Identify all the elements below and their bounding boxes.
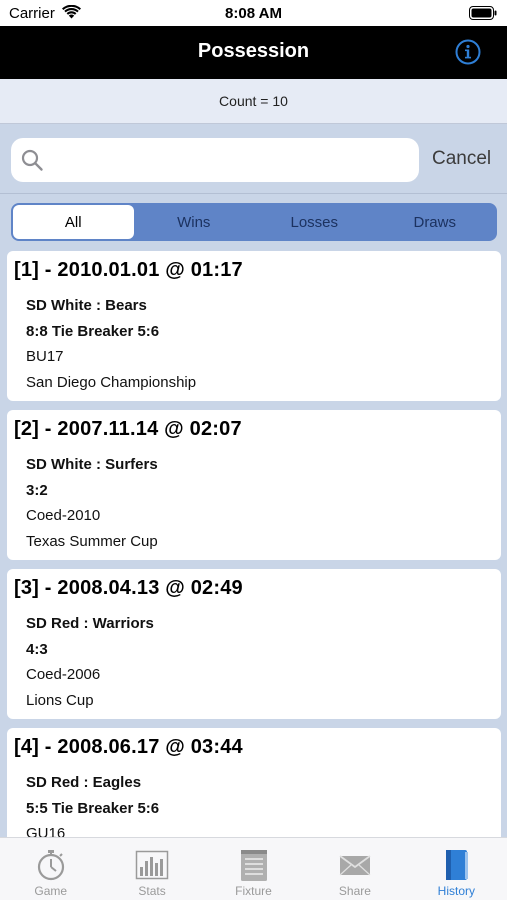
segment-all[interactable]: All xyxy=(13,205,134,239)
tab-label: Share xyxy=(338,884,371,898)
count-bar: Count = 10 xyxy=(0,79,507,124)
segment-losses[interactable]: Losses xyxy=(254,205,375,239)
game-tournament: Texas Summer Cup xyxy=(26,533,158,550)
tab-share[interactable]: Share xyxy=(304,838,405,900)
stopwatch-icon xyxy=(37,850,64,881)
list-item[interactable]: [3] - 2008.04.13 @ 02:49 SD Red : Warrio… xyxy=(7,569,501,719)
tab-stats[interactable]: Stats xyxy=(101,838,202,900)
tab-label: Game xyxy=(34,884,68,898)
game-title: [1] - 2010.01.01 @ 01:17 xyxy=(14,259,243,281)
game-teams: SD Red : Warriors xyxy=(26,615,154,632)
game-division: BU17 xyxy=(26,348,64,365)
game-score: 8:8 Tie Breaker 5:6 xyxy=(26,323,160,340)
tab-label: Fixture xyxy=(235,884,272,898)
game-history-list[interactable]: [1] - 2010.01.01 @ 01:17 SD White : Bear… xyxy=(0,250,507,837)
tab-label: Stats xyxy=(138,884,166,898)
game-title: [4] - 2008.06.17 @ 03:44 xyxy=(14,736,243,758)
segment-draws[interactable]: Draws xyxy=(375,205,496,239)
search-icon xyxy=(21,149,43,171)
game-title: [3] - 2008.04.13 @ 02:49 xyxy=(14,577,243,599)
list-item[interactable]: [2] - 2007.11.14 @ 02:07 SD White : Surf… xyxy=(7,410,501,560)
game-score: 4:3 xyxy=(26,641,48,658)
list-item[interactable]: [1] - 2010.01.01 @ 01:17 SD White : Bear… xyxy=(7,251,501,401)
game-teams: SD Red : Eagles xyxy=(26,774,142,791)
cancel-button[interactable]: Cancel xyxy=(432,148,491,170)
nav-bar: Possession xyxy=(0,26,507,79)
search-input[interactable] xyxy=(53,146,408,174)
result-filter-segmented-control: All Wins Losses Draws xyxy=(11,203,497,241)
info-circle-icon[interactable] xyxy=(455,39,481,65)
tab-game[interactable]: Game xyxy=(0,838,101,900)
count-label: Count = 10 xyxy=(219,93,288,109)
game-score: 5:5 Tie Breaker 5:6 xyxy=(26,800,160,817)
game-teams: SD White : Bears xyxy=(26,297,147,314)
game-score: 3:2 xyxy=(26,482,48,499)
notepad-icon xyxy=(240,850,267,881)
list-item[interactable]: [4] - 2008.06.17 @ 03:44 SD Red : Eagles… xyxy=(7,728,501,837)
game-tournament: Lions Cup xyxy=(26,692,94,709)
book-icon xyxy=(446,850,469,880)
tab-label: History xyxy=(437,884,475,898)
page-title: Possession xyxy=(197,40,310,62)
status-time: 8:08 AM xyxy=(225,5,282,22)
game-division: GU16 xyxy=(26,825,66,837)
battery-icon xyxy=(469,6,497,20)
segment-wins[interactable]: Wins xyxy=(134,205,255,239)
game-teams: SD White : Surfers xyxy=(26,456,158,473)
game-title: [2] - 2007.11.14 @ 02:07 xyxy=(14,418,242,440)
tab-fixture[interactable]: Fixture xyxy=(203,838,304,900)
game-division: Coed-2010 xyxy=(26,507,101,524)
search-box[interactable] xyxy=(11,138,419,182)
game-division: Coed-2006 xyxy=(26,666,101,683)
search-bar: Cancel xyxy=(0,124,507,194)
game-tournament: San Diego Championship xyxy=(26,374,197,391)
bar-chart-icon xyxy=(135,850,169,880)
tab-bar: Game Stats Fixture Share History xyxy=(0,837,507,900)
status-bar: Carrier 8:08 AM xyxy=(0,0,507,26)
tab-history[interactable]: History xyxy=(406,838,507,900)
envelope-icon xyxy=(339,855,371,876)
